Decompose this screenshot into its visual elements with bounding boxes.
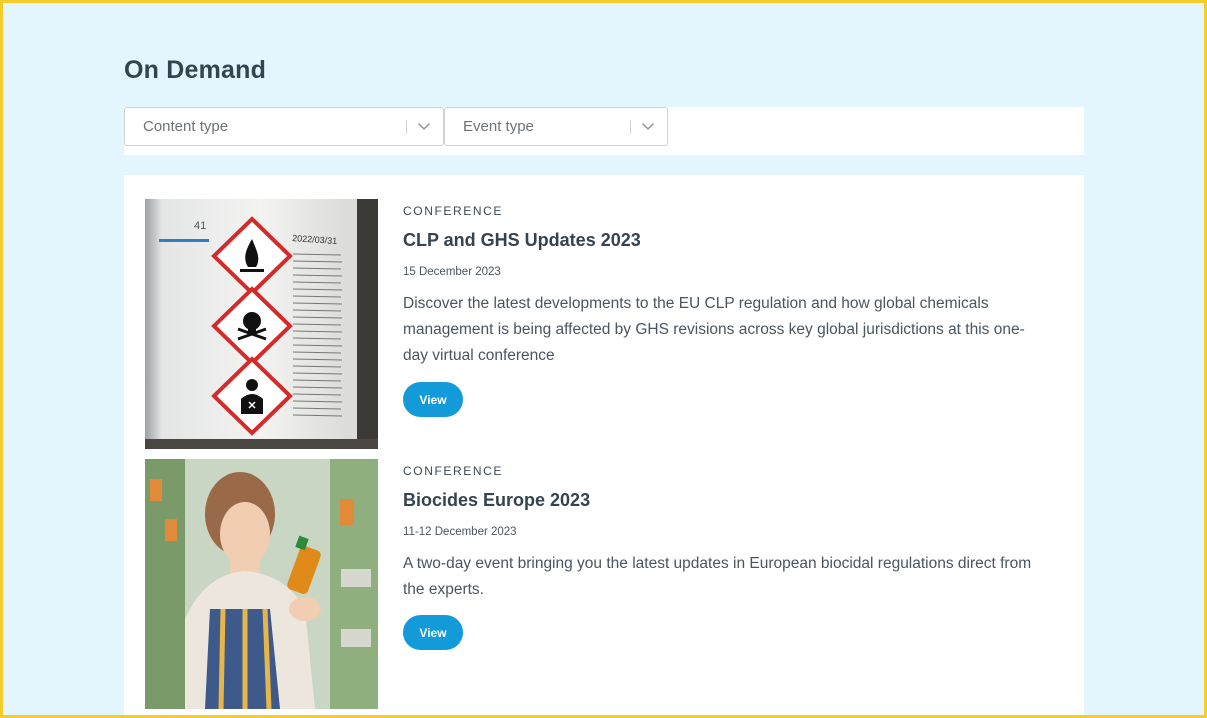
content-type-select[interactable]: Content type [124, 107, 444, 146]
chevron-down-icon [641, 117, 667, 137]
event-category: CONFERENCE [403, 464, 504, 478]
event-date: 11-12 December 2023 [403, 526, 517, 538]
event-card: 41 2022/03/31 CONFERENCE CLP and GHS Upd… [145, 199, 1065, 449]
event-category: CONFERENCE [403, 204, 504, 218]
content-type-placeholder: Content type [143, 118, 229, 135]
select-separator [630, 119, 631, 134]
view-button[interactable]: View [403, 615, 463, 650]
select-separator [406, 119, 407, 134]
event-image-shopper[interactable] [145, 459, 378, 709]
chevron-down-icon [417, 117, 443, 137]
filter-bar: Content type Event type [124, 107, 1084, 155]
image-label-number: 41 [194, 220, 206, 232]
event-date: 15 December 2023 [403, 266, 501, 278]
event-description: Discover the latest developments to the … [403, 295, 1025, 364]
page-title: On Demand [124, 56, 267, 84]
view-button[interactable]: View [403, 382, 463, 417]
event-type-select[interactable]: Event type [444, 107, 668, 146]
event-title[interactable]: CLP and GHS Updates 2023 [403, 230, 641, 251]
event-card: CONFERENCE Biocides Europe 2023 11-12 De… [145, 459, 1065, 709]
results-panel: 41 2022/03/31 CONFERENCE CLP and GHS Upd… [124, 175, 1084, 718]
event-title[interactable]: Biocides Europe 2023 [403, 490, 590, 511]
event-image-chemical-label[interactable]: 41 2022/03/31 [145, 199, 378, 449]
event-description: A two-day event bringing you the latest … [403, 555, 1032, 598]
event-type-placeholder: Event type [463, 118, 534, 135]
